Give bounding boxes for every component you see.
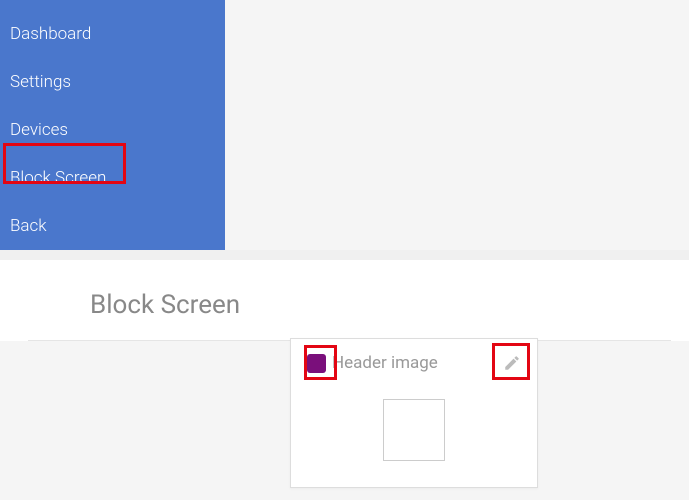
sidebar-item-devices[interactable]: Devices bbox=[0, 106, 225, 154]
page-title-wrap: Block Screen bbox=[28, 260, 671, 341]
page-title: Block Screen bbox=[90, 290, 671, 320]
sidebar-item-label: Block Screen bbox=[10, 168, 106, 188]
card-header: Header image bbox=[291, 339, 537, 387]
header-image-card: Header image bbox=[290, 338, 538, 488]
color-swatch[interactable] bbox=[307, 354, 326, 373]
pencil-icon[interactable] bbox=[503, 354, 521, 372]
sidebar-item-label: Back bbox=[10, 216, 47, 236]
card-body bbox=[291, 387, 537, 487]
sidebar-item-dashboard[interactable]: Dashboard bbox=[0, 10, 225, 58]
sidebar-item-label: Settings bbox=[10, 72, 71, 92]
card-title: Header image bbox=[332, 353, 503, 373]
sidebar-item-back[interactable]: Back bbox=[0, 202, 225, 250]
sidebar-item-settings[interactable]: Settings bbox=[0, 58, 225, 106]
sidebar-item-label: Dashboard bbox=[10, 24, 91, 44]
sidebar-item-label: Devices bbox=[10, 120, 68, 140]
image-placeholder[interactable] bbox=[383, 399, 445, 461]
main-content: Block Screen bbox=[0, 250, 689, 341]
sidebar: Dashboard Settings Devices Block Screen … bbox=[0, 0, 225, 250]
sidebar-item-block-screen[interactable]: Block Screen bbox=[0, 154, 225, 202]
